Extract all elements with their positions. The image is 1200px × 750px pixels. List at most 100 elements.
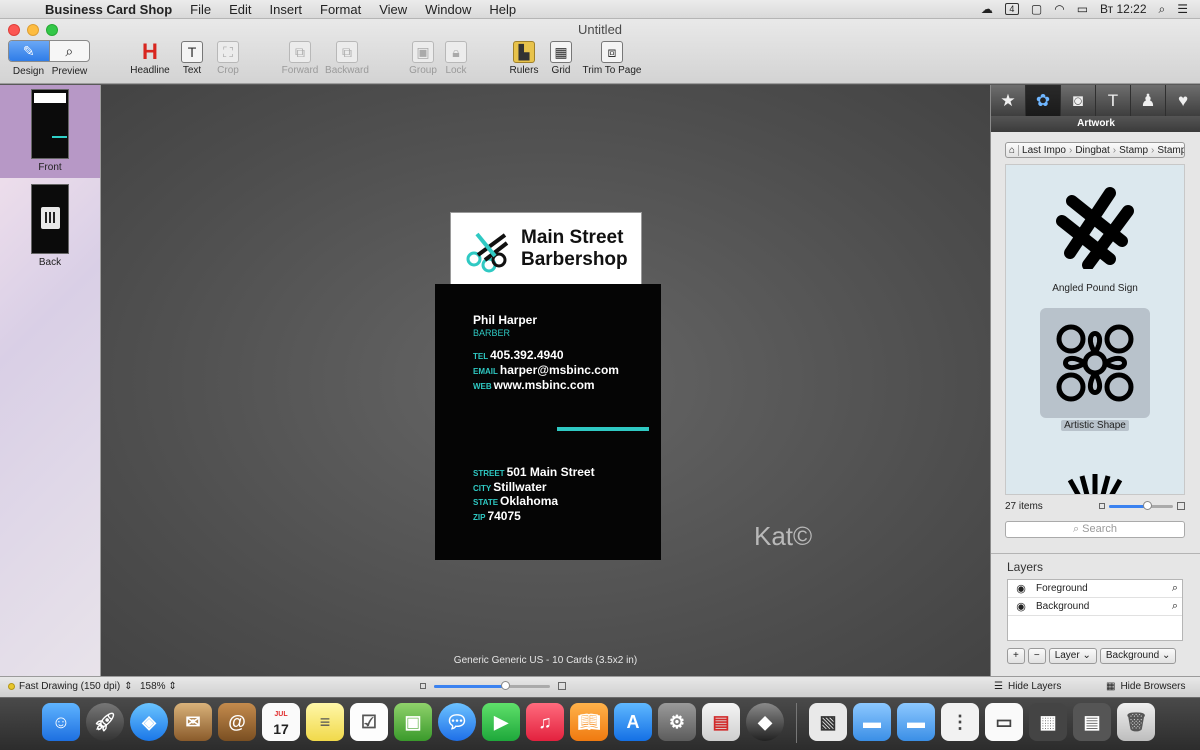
lock-button[interactable]: 🔒︎ Lock bbox=[426, 41, 486, 76]
notification-center-icon[interactable]: ☰ bbox=[1177, 2, 1188, 16]
trash-icon[interactable]: 🗑︎ bbox=[1117, 703, 1155, 741]
menu-format[interactable]: Format bbox=[311, 0, 370, 19]
wifi-icon[interactable]: ◠ bbox=[1054, 2, 1064, 16]
menu-app-name[interactable]: Business Card Shop bbox=[36, 0, 181, 19]
tab-contacts[interactable]: ♟ bbox=[1131, 85, 1166, 116]
card-accent-rule[interactable] bbox=[557, 427, 649, 431]
hide-browsers-label: Hide Browsers bbox=[1120, 681, 1186, 692]
document-stack-icon[interactable]: ▧ bbox=[809, 703, 847, 741]
tab-favorites[interactable]: ★ bbox=[991, 85, 1026, 116]
card-web[interactable]: WEB www.msbinc.com bbox=[473, 378, 595, 392]
card-city[interactable]: CITY Stillwater bbox=[473, 480, 547, 494]
eye-icon[interactable]: ◉ bbox=[1014, 600, 1028, 613]
zoom-slider[interactable] bbox=[420, 680, 566, 690]
hide-layers-button[interactable]: ☰ Hide Layers bbox=[994, 681, 1061, 692]
street-key: STREET bbox=[473, 469, 505, 478]
layers-divider bbox=[991, 553, 1200, 554]
layer-row-background[interactable]: ◉ Background ⌕ bbox=[1008, 598, 1182, 616]
launchpad-icon[interactable]: 🚀︎ bbox=[86, 703, 124, 741]
screenshot-stack-icon[interactable]: ▦ bbox=[1029, 703, 1067, 741]
dock: ☺ 🚀︎ ◈ ✉ @ JUL 17 ≡ ☑ ▣ 💬︎ ▶ ♫ 📖︎ A ⚙ ▤ … bbox=[0, 697, 1200, 750]
image-stack-icon[interactable]: ▤ bbox=[1073, 703, 1111, 741]
search-input[interactable]: ⌕ Search bbox=[1005, 521, 1185, 538]
card-stack-icon[interactable]: ▭ bbox=[985, 703, 1023, 741]
applications-folder-icon[interactable]: ▬ bbox=[897, 703, 935, 741]
artwork-item[interactable]: Angled Pound Sign bbox=[1006, 171, 1184, 294]
breadcrumb-item[interactable]: Stamp bbox=[1116, 145, 1151, 156]
downloads-stack-icon[interactable]: ⋮ bbox=[941, 703, 979, 741]
layer-select[interactable]: Layer ⌄ bbox=[1048, 648, 1097, 664]
app-badge-icon[interactable]: ◆ bbox=[746, 703, 784, 741]
design-mode-button[interactable]: ✎ bbox=[9, 41, 49, 61]
card-body-panel[interactable]: Phil Harper BARBER TEL 405.392.4940 EMAIL… bbox=[435, 284, 661, 560]
card-person-name[interactable]: Phil Harper bbox=[473, 313, 537, 327]
hide-browsers-button[interactable]: ▦ Hide Browsers bbox=[1106, 681, 1185, 692]
quality-value: Fast Drawing (150 dpi) bbox=[19, 681, 121, 692]
menu-file[interactable]: File bbox=[181, 0, 220, 19]
cloud-icon[interactable]: ☁ bbox=[981, 2, 993, 16]
tab-photos[interactable]: ◙ bbox=[1061, 85, 1096, 116]
card-person-role[interactable]: BARBER bbox=[473, 328, 510, 338]
contacts-icon[interactable]: @ bbox=[218, 703, 256, 741]
drawing-quality-select[interactable]: Fast Drawing (150 dpi) ⇕ bbox=[8, 681, 133, 692]
breadcrumb-item[interactable]: Stamp bbox=[1154, 145, 1184, 156]
crop-button[interactable]: ⛶ Crop bbox=[198, 41, 258, 76]
card-zip[interactable]: ZIP 74075 bbox=[473, 509, 521, 523]
spotlight-icon[interactable]: ⌕ bbox=[1159, 2, 1166, 17]
menu-view[interactable]: View bbox=[370, 0, 416, 19]
breadcrumb-item[interactable]: Last Impo bbox=[1019, 145, 1069, 156]
music-icon[interactable]: ♫ bbox=[526, 703, 564, 741]
preview-mode-button[interactable]: ⌕ bbox=[48, 41, 90, 61]
safari-icon[interactable]: ◈ bbox=[130, 703, 168, 741]
thumbnail-size-slider[interactable] bbox=[1099, 500, 1185, 510]
tab-text[interactable]: T bbox=[1096, 85, 1131, 116]
menu-window[interactable]: Window bbox=[416, 0, 480, 19]
card-street[interactable]: STREET 501 Main Street bbox=[473, 465, 595, 479]
menu-edit[interactable]: Edit bbox=[220, 0, 260, 19]
tab-shapes[interactable]: ♥ bbox=[1166, 85, 1200, 116]
books-icon[interactable]: 📖︎ bbox=[570, 703, 608, 741]
home-icon[interactable]: ⌂ bbox=[1006, 144, 1020, 156]
magnifier-icon[interactable]: ⌕ bbox=[1172, 600, 1178, 613]
menu-help[interactable]: Help bbox=[480, 0, 525, 19]
card-state[interactable]: STATE Oklahoma bbox=[473, 494, 558, 508]
page-thumb-front[interactable]: Front bbox=[0, 85, 100, 178]
notes-icon[interactable]: ≡ bbox=[306, 703, 344, 741]
artwork-item-selected[interactable]: Artistic Shape bbox=[1006, 308, 1184, 431]
breadcrumb-item[interactable]: Dingbat bbox=[1072, 145, 1112, 156]
search-placeholder: Search bbox=[1082, 523, 1118, 535]
finder-icon[interactable]: ☺ bbox=[42, 703, 80, 741]
card-email[interactable]: EMAIL harper@msbinc.com bbox=[473, 363, 619, 377]
card-tel[interactable]: TEL 405.392.4940 bbox=[473, 348, 564, 362]
add-layer-button[interactable]: + bbox=[1007, 648, 1025, 664]
card-logo-panel[interactable]: Main Street Barbershop bbox=[450, 212, 642, 285]
zoom-select[interactable]: 158% ⇕ bbox=[140, 681, 177, 692]
messages-icon[interactable]: 💬︎ bbox=[438, 703, 476, 741]
backward-button[interactable]: ⧉ Backward bbox=[317, 41, 377, 76]
page-thumb-back[interactable]: Back bbox=[0, 180, 100, 273]
magnifier-icon[interactable]: ⌕ bbox=[1172, 582, 1178, 595]
business-card-shop-icon[interactable]: ▤ bbox=[702, 703, 740, 741]
menu-insert[interactable]: Insert bbox=[261, 0, 312, 19]
folder-icon[interactable]: ▬ bbox=[853, 703, 891, 741]
trim-to-page-button[interactable]: ⧈ Trim To Page bbox=[582, 41, 642, 76]
mail-stamp-icon[interactable]: ✉ bbox=[174, 703, 212, 741]
tab-artwork[interactable]: ✿ bbox=[1026, 85, 1061, 116]
system-preferences-icon[interactable]: ⚙ bbox=[658, 703, 696, 741]
display-icon[interactable]: ▢ bbox=[1031, 2, 1042, 16]
facetime-icon[interactable]: ▶ bbox=[482, 703, 520, 741]
layer-row-foreground[interactable]: ◉ Foreground ⌕ bbox=[1008, 580, 1182, 598]
remove-layer-button[interactable]: − bbox=[1027, 648, 1046, 664]
menu-clock[interactable]: Вт 12:22 bbox=[1100, 2, 1146, 16]
design-canvas[interactable]: Main Street Barbershop Phil Harper BARBE… bbox=[101, 85, 990, 676]
calendar-icon[interactable]: JUL 17 bbox=[262, 703, 300, 741]
artwork-item[interactable] bbox=[1006, 445, 1184, 494]
crop-label: Crop bbox=[217, 65, 239, 76]
eye-icon[interactable]: ◉ bbox=[1014, 582, 1028, 595]
preview-app-icon[interactable]: ▣ bbox=[394, 703, 432, 741]
reminders-icon[interactable]: ☑ bbox=[350, 703, 388, 741]
app-store-icon[interactable]: A bbox=[614, 703, 652, 741]
battery-icon[interactable]: ▭ bbox=[1077, 2, 1088, 16]
background-select[interactable]: Background ⌄ bbox=[1099, 648, 1177, 664]
status-badge[interactable]: 4 bbox=[1004, 3, 1019, 15]
